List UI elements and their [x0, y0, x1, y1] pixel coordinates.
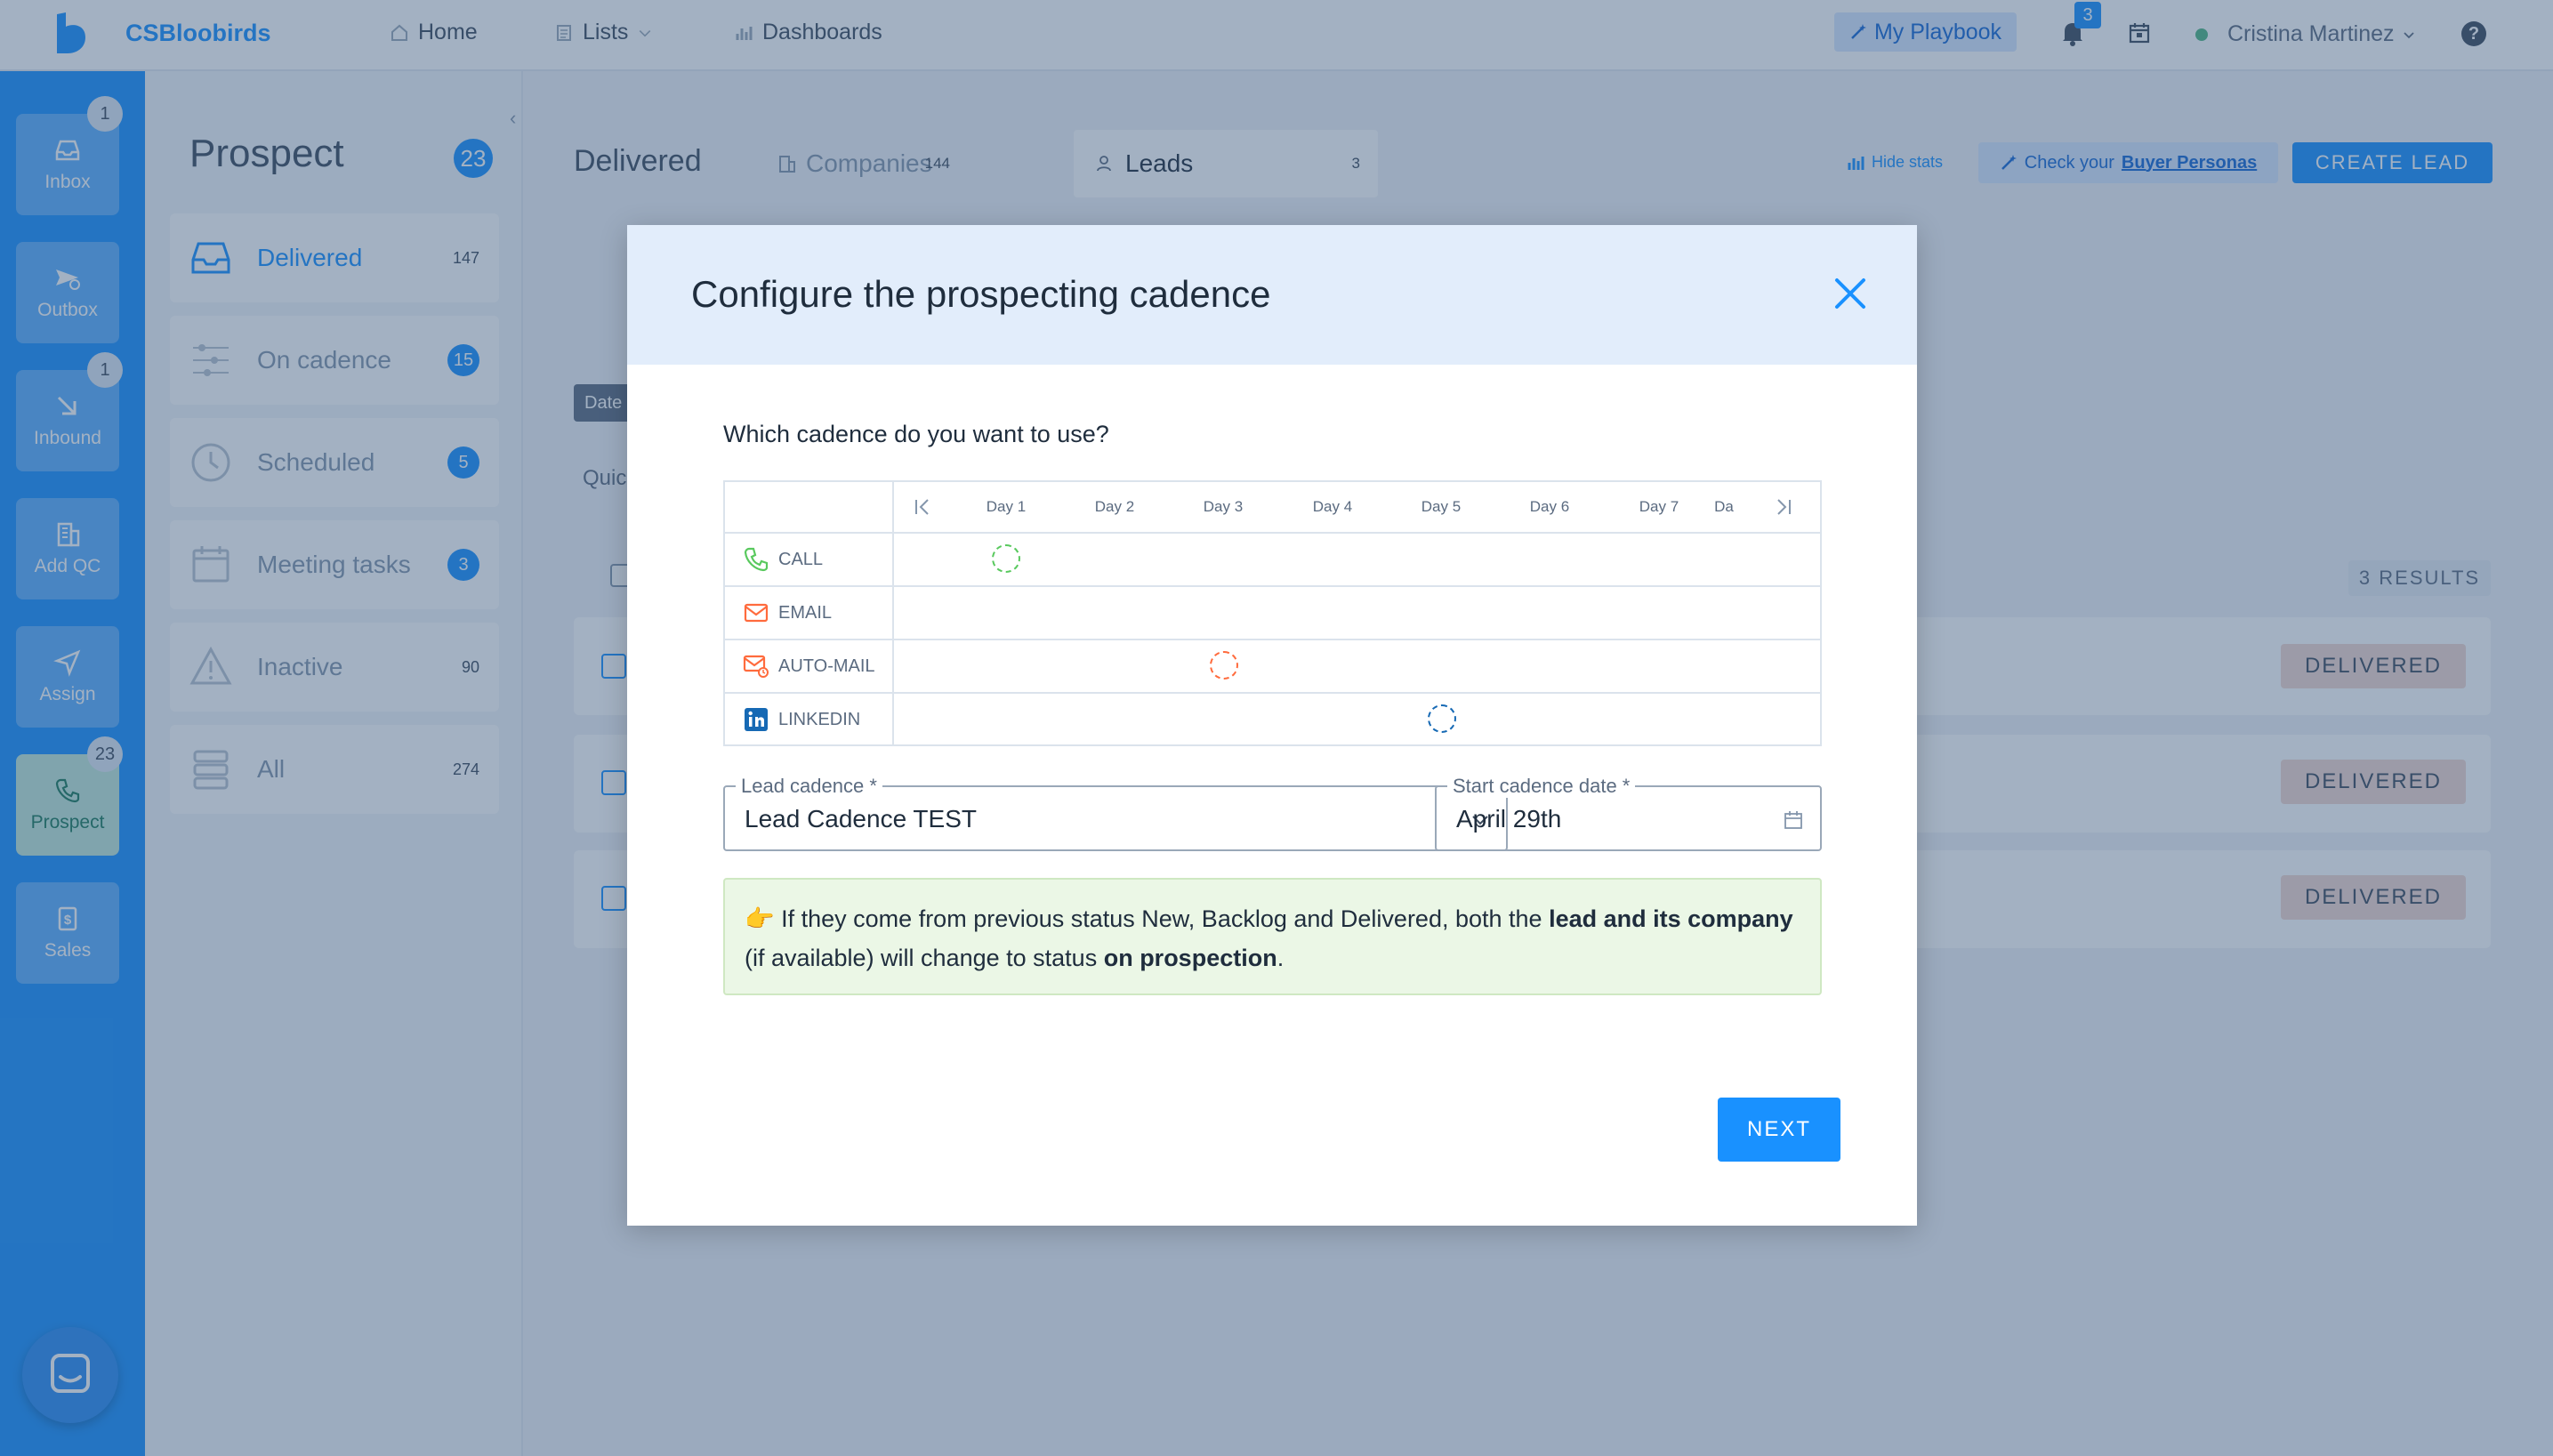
info-bold-2: on prospection: [1103, 945, 1277, 971]
info-bold-1: lead and its company: [1549, 905, 1793, 932]
lead-cadence-value: Lead Cadence TEST: [745, 805, 977, 833]
table-divider: [892, 482, 894, 744]
status-change-info: 👉 If they come from previous status New,…: [723, 878, 1822, 995]
modal-header: Configure the prospecting cadence: [627, 225, 1917, 365]
start-date-value: April 29th: [1456, 805, 1562, 833]
calendar-icon[interactable]: [1782, 808, 1805, 832]
channel-email: EMAIL: [743, 599, 832, 626]
day-label: Day 3: [1203, 498, 1244, 515]
day-label: Day 7: [1639, 498, 1679, 515]
channel-label: CALL: [778, 549, 824, 569]
email-icon: [744, 603, 769, 623]
channel-auto-mail: AUTO-MAIL: [743, 653, 875, 680]
last-page-icon[interactable]: [1773, 496, 1794, 518]
close-icon[interactable]: [1828, 271, 1872, 316]
cadence-row-email: EMAIL: [725, 585, 1820, 639]
day-label: Day 2: [1094, 498, 1135, 515]
day-label: Da: [1714, 498, 1734, 515]
pointing-hand-icon: 👉: [745, 905, 775, 932]
cadence-days-header: Day 1 Day 2 Day 3 Day 4 Day 5 Day 6 Day …: [725, 482, 1820, 532]
cadence-step-marker[interactable]: [992, 544, 1020, 573]
linkedin-icon: [745, 708, 768, 731]
channel-call: CALL: [743, 546, 823, 573]
first-page-icon[interactable]: [912, 496, 933, 518]
start-cadence-date-field[interactable]: Start cadence date * April 29th: [1435, 775, 1822, 851]
lead-cadence-label: Lead cadence *: [736, 775, 882, 798]
next-button[interactable]: NEXT: [1718, 1098, 1840, 1162]
lead-cadence-select[interactable]: Lead cadence * Lead Cadence TEST: [723, 775, 1508, 851]
cadence-step-marker[interactable]: [1209, 651, 1238, 680]
day-label: Day 5: [1421, 498, 1462, 515]
day-label: Day 1: [986, 498, 1027, 515]
start-date-label: Start cadence date *: [1447, 775, 1636, 798]
info-text-3: .: [1276, 945, 1285, 971]
auto-mail-icon: [743, 655, 769, 678]
day-label: Day 4: [1312, 498, 1353, 515]
cadence-preview-table: Day 1 Day 2 Day 3 Day 4 Day 5 Day 6 Day …: [723, 480, 1822, 746]
configure-cadence-modal: Configure the prospecting cadence Which …: [627, 225, 1917, 1226]
info-text-2: (if available) will change to status: [745, 945, 1104, 971]
cadence-row-auto-mail: AUTO-MAIL: [725, 639, 1820, 692]
phone-icon: [744, 547, 769, 572]
channel-label: EMAIL: [778, 602, 833, 623]
modal-title: Configure the prospecting cadence: [691, 273, 1271, 315]
channel-label: LINKEDIN: [778, 709, 861, 729]
day-label: Day 6: [1529, 498, 1570, 515]
cadence-row-linkedin: LINKEDIN: [725, 692, 1820, 745]
channel-label: AUTO-MAIL: [778, 656, 875, 676]
info-text-1: If they come from previous status New, B…: [774, 905, 1550, 932]
cadence-step-marker[interactable]: [1427, 704, 1456, 733]
cadence-row-call: CALL: [725, 532, 1820, 585]
cadence-question: Which cadence do you want to use?: [723, 421, 1109, 447]
channel-linkedin: LINKEDIN: [743, 706, 860, 733]
